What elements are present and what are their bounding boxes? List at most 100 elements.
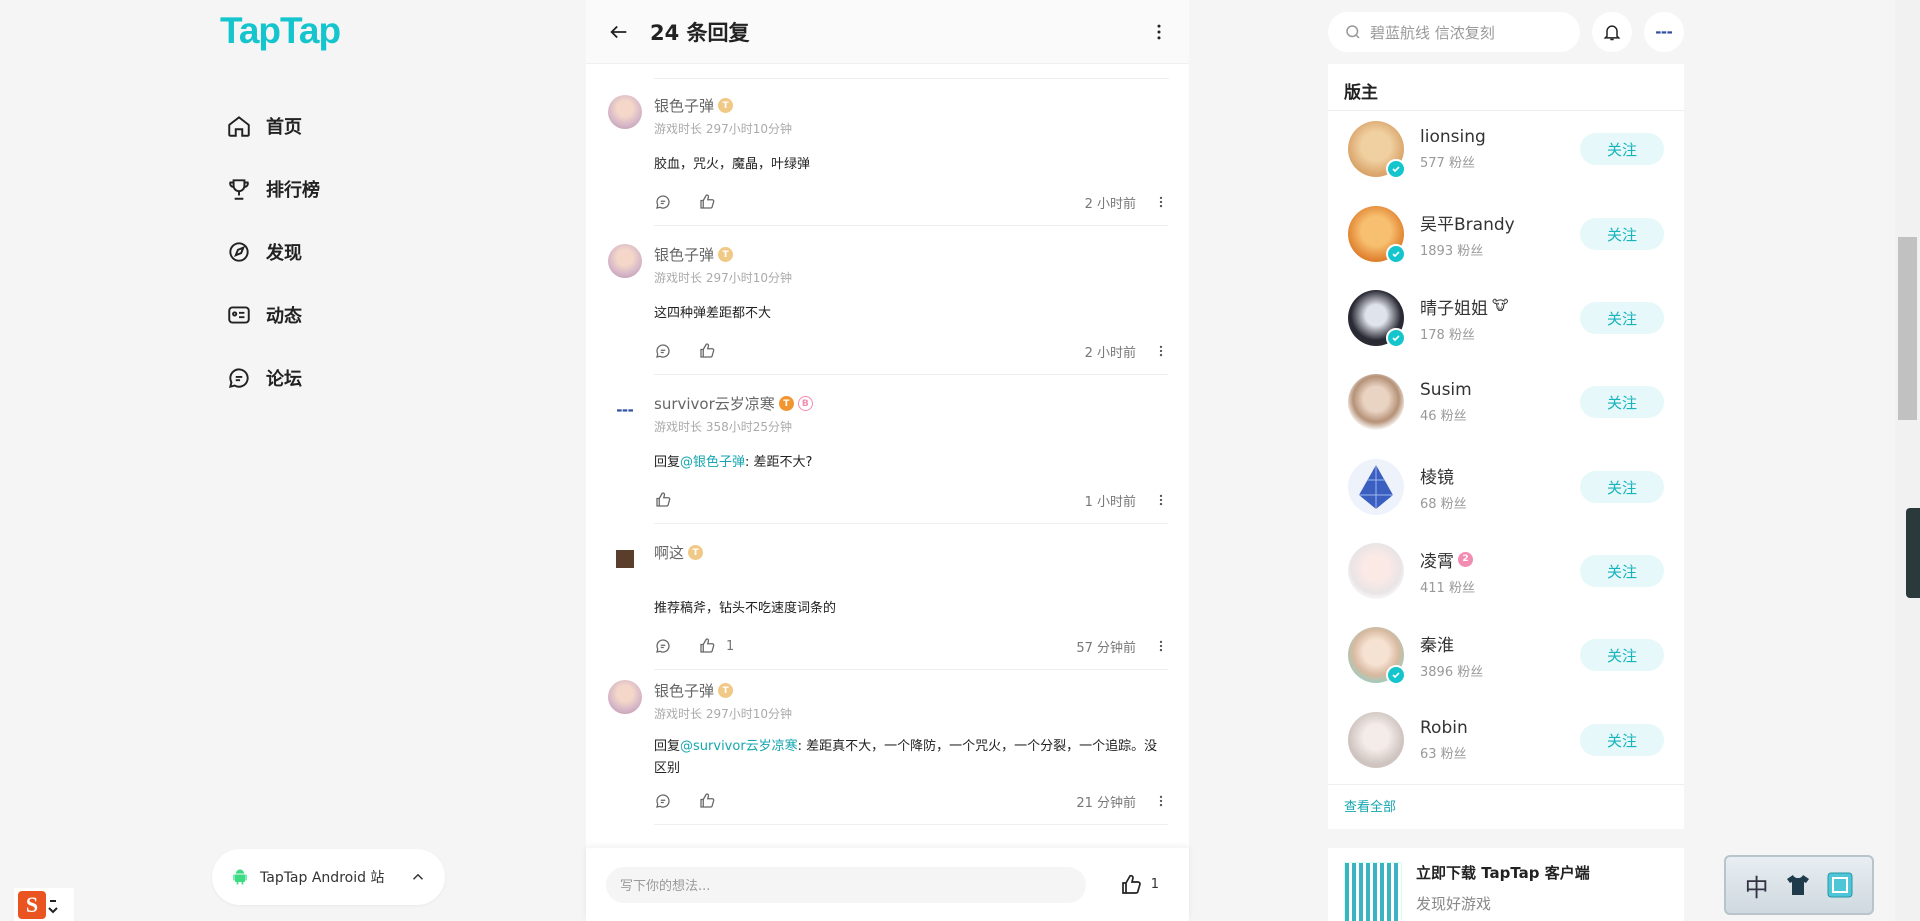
moderator-name[interactable]: 凌霄	[1420, 547, 1454, 572]
avatar[interactable]	[1348, 712, 1404, 768]
follow-button[interactable]: 关注	[1580, 386, 1664, 418]
divider	[654, 824, 1168, 825]
reply-playtime: 游戏时长 297小时10分钟	[654, 271, 792, 285]
download-app-card[interactable]: 立即下载 TapTap 客户端 发现好游戏	[1328, 848, 1684, 921]
search-icon	[1346, 25, 1360, 39]
follow-button[interactable]: 关注	[1580, 133, 1664, 165]
download-subtitle: 发现好游戏	[1416, 895, 1492, 913]
moderator-name[interactable]: Robin	[1420, 718, 1580, 738]
moderators-panel: 版主 lionsing 577 粉丝 关注 吴平Brandy 1893 粉丝 关注 …	[1328, 64, 1684, 829]
more-vertical-icon[interactable]	[1154, 794, 1168, 808]
follow-button[interactable]: 关注	[1580, 218, 1664, 250]
shirt-icon[interactable]	[1786, 874, 1810, 896]
avatar[interactable]	[608, 680, 642, 714]
avatar[interactable]	[608, 542, 642, 576]
more-vertical-icon[interactable]	[1154, 639, 1168, 653]
reply-author[interactable]: 银色子弹	[654, 244, 714, 265]
follow-button[interactable]: 关注	[1580, 302, 1664, 334]
avatar[interactable]	[1348, 374, 1404, 430]
avatar[interactable]	[1348, 459, 1404, 515]
tray-arrows-icon	[48, 899, 58, 913]
moderator-item: 凌霄 2 411 粉丝 关注	[1348, 540, 1664, 602]
moderator-fans: 178 粉丝	[1420, 327, 1475, 343]
android-pill-label: TapTap Android 站	[260, 870, 385, 886]
like-icon[interactable]	[698, 192, 718, 212]
mention-link[interactable]: @survivor云岁凉寒	[680, 739, 798, 754]
post-like-button[interactable]: 1	[1119, 873, 1159, 897]
chevron-up-icon[interactable]	[409, 868, 427, 886]
toolbox-icon[interactable]	[1827, 872, 1853, 898]
avatar[interactable]	[608, 95, 642, 129]
taptap-logo[interactable]: TapTap	[220, 10, 341, 52]
nav-item-discover[interactable]: 发现	[226, 220, 320, 283]
moderator-name[interactable]: 秦淮	[1420, 631, 1580, 656]
like-icon[interactable]	[654, 490, 674, 510]
side-widget[interactable]	[1906, 508, 1920, 598]
moderators-title: 版主	[1344, 83, 1378, 103]
reply-item: 啊这 T 推荐稿斧，钻头不吃速度词条的 1 57 分钟前	[608, 542, 1168, 670]
moderator-name[interactable]: Susim	[1420, 380, 1580, 400]
nav-item-ranking[interactable]: 排行榜	[226, 157, 320, 220]
discover-icon	[229, 241, 249, 262]
level-badge: T	[718, 98, 734, 113]
avatar[interactable]	[1348, 121, 1406, 179]
nav-item-forum[interactable]: 论坛	[226, 346, 320, 409]
avatar[interactable]	[1348, 290, 1406, 348]
nav-item-home[interactable]: 首页	[226, 94, 320, 157]
android-download-pill[interactable]: TapTap Android 站	[212, 849, 445, 905]
reply-author[interactable]: 银色子弹	[654, 680, 714, 701]
avatar[interactable]	[1348, 206, 1406, 264]
search-input[interactable]: 碧蓝航线 信浓复刻	[1328, 12, 1580, 52]
view-all-link[interactable]: 查看全部	[1344, 796, 1396, 815]
back-arrow-icon[interactable]	[608, 21, 630, 43]
follow-button[interactable]: 关注	[1580, 724, 1664, 756]
nav-label: 动态	[266, 305, 302, 327]
moderator-fans: 3896 粉丝	[1420, 664, 1484, 680]
reply-time: 21 分钟前	[1076, 795, 1136, 811]
comment-icon[interactable]	[654, 791, 674, 811]
divider	[654, 669, 1168, 670]
more-vertical-icon[interactable]	[1149, 22, 1169, 42]
ime-tray[interactable]: S	[14, 888, 74, 921]
moderator-name[interactable]: 吴平Brandy	[1420, 210, 1580, 235]
comment-icon[interactable]	[654, 341, 674, 361]
reply-text: 回复@survivor云岁凉寒: 差距真不大，一个降防，一个咒火，一个分裂，一个…	[654, 736, 1168, 780]
moderator-item: 吴平Brandy 1893 粉丝 关注	[1348, 203, 1664, 265]
like-icon[interactable]	[698, 791, 718, 811]
avatar[interactable]	[608, 244, 642, 278]
moderator-name[interactable]: 晴子姐姐	[1420, 294, 1488, 319]
mention-link[interactable]: @银色子弹	[680, 455, 745, 470]
user-avatar[interactable]: ▬▬▬	[1644, 12, 1684, 52]
comment-icon[interactable]	[654, 636, 674, 656]
notification-button[interactable]	[1592, 12, 1632, 52]
reply-author[interactable]: survivor云岁凉寒	[654, 393, 775, 414]
moderator-name[interactable]: lionsing	[1420, 127, 1580, 147]
avatar[interactable]	[1348, 627, 1406, 685]
more-vertical-icon[interactable]	[1154, 493, 1168, 507]
replies-header: 24 条回复	[586, 0, 1189, 64]
verified-icon	[1386, 244, 1406, 264]
ime-toolbar[interactable]: 中	[1724, 855, 1874, 915]
avatar[interactable]	[1348, 543, 1404, 599]
like-icon[interactable]	[698, 341, 718, 361]
like-icon[interactable]	[698, 636, 718, 656]
nav-item-moments[interactable]: 动态	[226, 283, 320, 346]
moderator-item: Robin 63 粉丝 关注	[1348, 709, 1664, 771]
moderator-name[interactable]: 棱镜	[1420, 463, 1580, 488]
ime-language-toggle[interactable]: 中	[1745, 868, 1769, 903]
more-vertical-icon[interactable]	[1154, 195, 1168, 209]
more-vertical-icon[interactable]	[1154, 344, 1168, 358]
reply-author[interactable]: 银色子弹	[654, 95, 714, 116]
follow-button[interactable]: 关注	[1580, 555, 1664, 587]
scrollbar-thumb[interactable]	[1898, 237, 1917, 420]
divider	[654, 78, 1169, 79]
scrollbar[interactable]	[1895, 0, 1920, 921]
reply-time: 57 分钟前	[1076, 640, 1136, 656]
follow-button[interactable]: 关注	[1580, 471, 1664, 503]
like-count: 1	[1150, 877, 1159, 892]
follow-button[interactable]: 关注	[1580, 639, 1664, 671]
avatar[interactable]: ▬▬▬	[608, 393, 642, 427]
reply-author[interactable]: 啊这	[654, 542, 684, 563]
comment-icon[interactable]	[654, 192, 674, 212]
comment-input[interactable]: 写下你的想法...	[606, 866, 1086, 903]
